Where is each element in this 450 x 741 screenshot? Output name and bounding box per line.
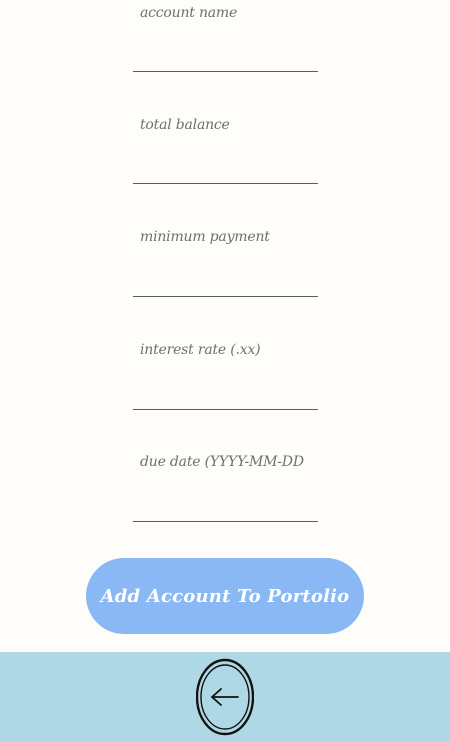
interest-rate-field: interest rate (.xx)	[133, 342, 318, 410]
total-balance-input[interactable]	[133, 157, 318, 184]
due-date-label: due date (YYYY-MM-DD	[140, 454, 304, 470]
minimum-payment-input[interactable]	[133, 270, 318, 297]
account-name-label: account name	[140, 5, 238, 21]
total-balance-label: total balance	[140, 117, 230, 133]
account-name-field: account name	[133, 5, 318, 72]
minimum-payment-label: minimum payment	[140, 229, 270, 245]
due-date-input[interactable]	[133, 495, 318, 522]
back-button[interactable]	[196, 658, 254, 736]
minimum-payment-field: minimum payment	[133, 229, 318, 297]
due-date-field: due date (YYYY-MM-DD	[133, 454, 318, 522]
add-account-button[interactable]: Add Account To Portolio	[86, 558, 364, 634]
total-balance-field: total balance	[133, 117, 318, 184]
interest-rate-input[interactable]	[133, 383, 318, 410]
arrow-left-icon	[196, 658, 254, 736]
interest-rate-label: interest rate (.xx)	[140, 342, 261, 358]
account-name-input[interactable]	[133, 45, 318, 72]
bottom-nav-bar	[0, 652, 450, 741]
add-account-screen: account name total balance minimum payme…	[0, 0, 450, 741]
